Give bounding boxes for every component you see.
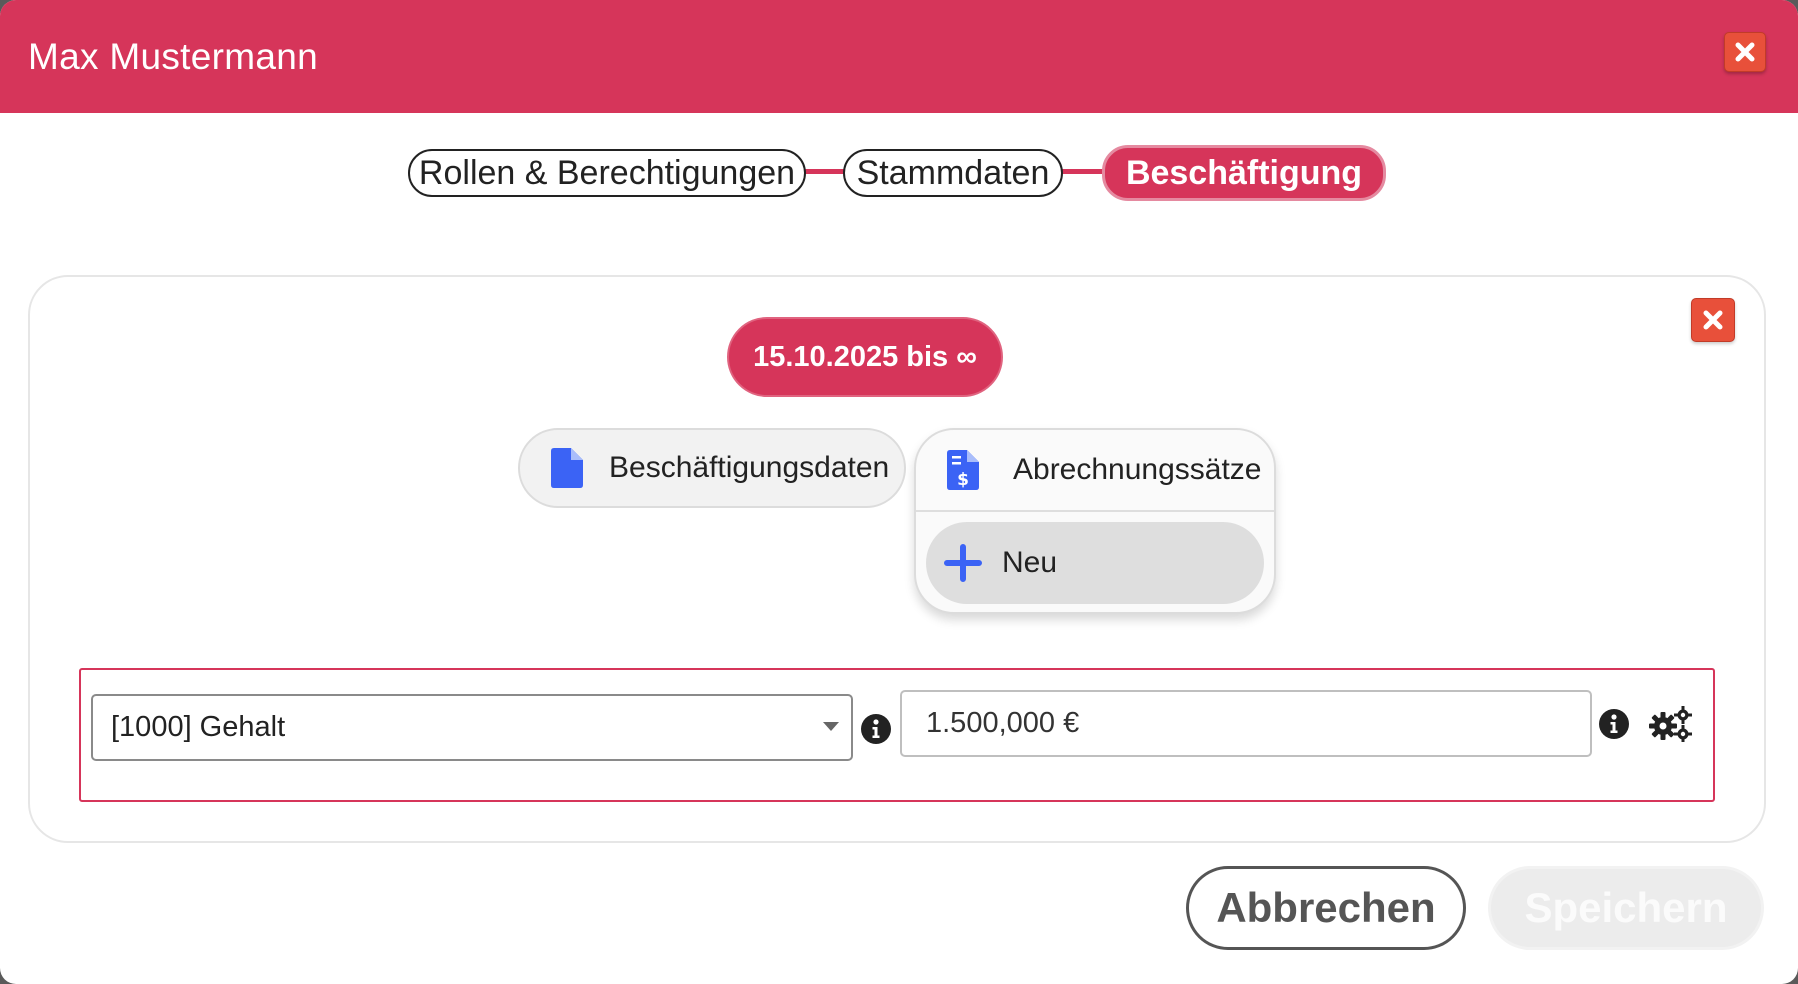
- step-label: Rollen & Berechtigungen: [418, 153, 796, 192]
- select-value: [1000] Gehalt: [111, 711, 286, 743]
- menu-item-label: Neu: [1002, 546, 1058, 579]
- step-roles-permissions[interactable]: Rollen & Berechtigungen: [408, 149, 806, 197]
- dialog-title: Max Mustermann: [28, 36, 319, 77]
- employee-dialog: Max Mustermann Rollen & Berechtigungen S…: [0, 0, 1798, 984]
- step-master-data[interactable]: Stammdaten: [843, 149, 1063, 197]
- step-label: Stammdaten: [856, 153, 1050, 192]
- close-icon: [1703, 310, 1723, 330]
- step-employment[interactable]: Beschäftigung: [1102, 145, 1386, 201]
- save-button[interactable]: Speichern: [1488, 866, 1764, 950]
- plus-icon: [944, 544, 982, 582]
- step-label: Beschäftigung: [1125, 153, 1363, 192]
- dialog-close-button[interactable]: [1724, 32, 1766, 72]
- svg-text:$: $: [957, 470, 969, 490]
- invoice-dollar-icon: $: [947, 450, 979, 490]
- info-icon[interactable]: [1598, 708, 1630, 740]
- button-label: Speichern: [1524, 884, 1728, 931]
- gears-icon[interactable]: [1648, 706, 1692, 742]
- tab-billing-rates[interactable]: $ Abrechnungssätze: [916, 430, 1274, 512]
- button-label: Abbrechen: [1216, 884, 1436, 931]
- close-icon: [1735, 42, 1755, 62]
- period-label: 15.10.2025 bis ∞: [753, 340, 977, 373]
- cancel-button[interactable]: Abbrechen: [1186, 866, 1466, 950]
- remove-period-button[interactable]: [1691, 298, 1735, 342]
- document-icon: [551, 448, 583, 488]
- period-pill[interactable]: 15.10.2025 bis ∞: [727, 317, 1003, 397]
- step-connector: [1062, 169, 1104, 174]
- billing-rates-menu: $ Abrechnungssätze Neu: [914, 428, 1276, 614]
- menu-item-new[interactable]: Neu: [926, 522, 1264, 604]
- tab-employment-data[interactable]: Beschäftigungsdaten: [518, 428, 906, 508]
- info-icon[interactable]: [860, 713, 892, 745]
- step-connector: [804, 169, 844, 174]
- tab-label: Beschäftigungsdaten: [609, 451, 890, 484]
- caret-down-icon: [823, 722, 839, 731]
- amount-input[interactable]: [900, 690, 1592, 757]
- dialog-header: Max Mustermann: [0, 0, 1798, 113]
- rate-type-select[interactable]: [1000] Gehalt: [91, 694, 853, 761]
- tab-label: Abrechnungssätze: [1013, 453, 1262, 486]
